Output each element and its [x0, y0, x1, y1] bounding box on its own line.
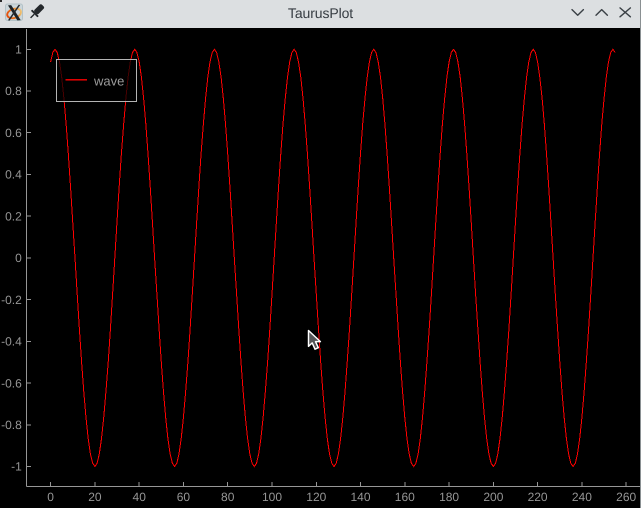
svg-text:-0.2: -0.2: [1, 293, 22, 307]
svg-text:-0.6: -0.6: [1, 376, 22, 390]
svg-text:60: 60: [177, 490, 191, 504]
svg-text:80: 80: [221, 490, 235, 504]
svg-text:120: 120: [306, 490, 326, 504]
svg-text:-0.4: -0.4: [1, 335, 22, 349]
svg-text:140: 140: [350, 490, 370, 504]
svg-text:0: 0: [15, 251, 22, 265]
svg-text:-0.8: -0.8: [1, 418, 22, 432]
svg-text:0.6: 0.6: [5, 126, 22, 140]
svg-text:0.8: 0.8: [5, 84, 22, 98]
svg-text:0.2: 0.2: [5, 209, 22, 223]
svg-text:-1: -1: [11, 460, 22, 474]
svg-text:180: 180: [439, 490, 459, 504]
svg-text:0: 0: [47, 490, 54, 504]
svg-text:0.4: 0.4: [5, 168, 22, 182]
svg-text:1: 1: [15, 43, 22, 57]
svg-text:200: 200: [483, 490, 503, 504]
svg-text:40: 40: [133, 490, 147, 504]
svg-text:240: 240: [572, 490, 592, 504]
svg-text:20: 20: [88, 490, 102, 504]
svg-text:160: 160: [395, 490, 415, 504]
svg-text:220: 220: [528, 490, 548, 504]
svg-text:wave: wave: [93, 73, 124, 88]
svg-text:260: 260: [616, 490, 636, 504]
svg-text:100: 100: [262, 490, 282, 504]
